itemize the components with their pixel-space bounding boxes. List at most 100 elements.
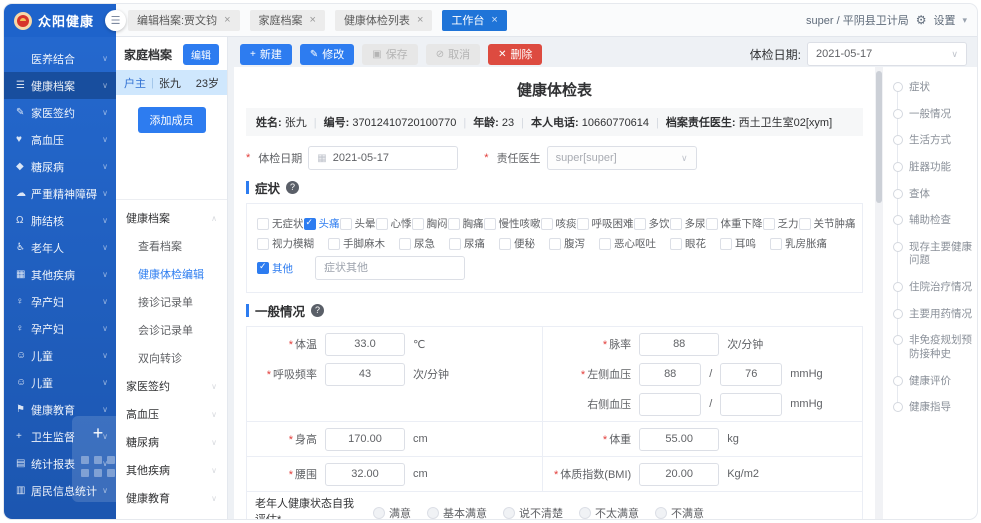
temperature-input[interactable] bbox=[325, 333, 405, 356]
family-menu-item-0-0[interactable]: 查看档案 bbox=[116, 232, 227, 260]
weight-input[interactable] bbox=[639, 428, 719, 451]
family-menu-group-4[interactable]: 其他疾病∨ bbox=[116, 456, 227, 484]
checkbox-symptom-1-6[interactable]: 慢性咳嗽 bbox=[484, 216, 541, 231]
tab-0[interactable]: 编辑档案:贾文钧× bbox=[128, 10, 240, 31]
doctor-select[interactable]: super[super] ∨ bbox=[547, 146, 697, 170]
checkbox-symptom-1-0[interactable]: 无症状 bbox=[257, 216, 304, 231]
sidebar-item-12[interactable]: ☺儿童∨ bbox=[4, 369, 116, 396]
anchor-item-1[interactable]: 一般情况 bbox=[893, 108, 973, 122]
form-scrollbar[interactable] bbox=[875, 67, 883, 519]
member-row[interactable]: 户主 | 张九 23岁 bbox=[116, 70, 227, 95]
family-menu-item-0-2[interactable]: 接诊记录单 bbox=[116, 288, 227, 316]
sidebar-item-0[interactable]: 医养结合∨ bbox=[4, 45, 116, 72]
settings-label[interactable]: 设置 bbox=[933, 12, 955, 28]
checkbox-symptom-1-3[interactable]: 心悸 bbox=[376, 216, 412, 231]
floating-add-widget[interactable]: + bbox=[72, 416, 124, 502]
family-menu-item-0-3[interactable]: 会诊记录单 bbox=[116, 316, 227, 344]
symptom-other-input[interactable] bbox=[315, 256, 465, 280]
sidebar-item-4[interactable]: ◆糖尿病∨ bbox=[4, 153, 116, 180]
close-icon[interactable]: × bbox=[224, 14, 230, 26]
anchor-item-4[interactable]: 查体 bbox=[893, 188, 973, 202]
waist-input[interactable] bbox=[325, 463, 405, 486]
form-exam-date-input[interactable]: ▦ 2021-05-17 bbox=[308, 146, 458, 170]
checkbox-symptom-1-10[interactable]: 多尿 bbox=[670, 216, 706, 231]
sidebar-item-10[interactable]: ♀孕产妇∨ bbox=[4, 315, 116, 342]
sidebar-item-3[interactable]: ♥高血压∨ bbox=[4, 126, 116, 153]
family-menu-group-0[interactable]: 健康档案∧ bbox=[116, 204, 227, 232]
pulse-input[interactable] bbox=[639, 333, 719, 356]
checkbox-symptom-1-9[interactable]: 多饮 bbox=[634, 216, 670, 231]
edit-family-button[interactable]: 编辑 bbox=[183, 44, 219, 65]
scrollbar-thumb[interactable] bbox=[876, 71, 882, 203]
bp_right-systolic-input[interactable] bbox=[639, 393, 701, 416]
family-menu-group-5[interactable]: 健康教育∨ bbox=[116, 484, 227, 512]
checkbox-symptom-1-11[interactable]: 体重下降 bbox=[706, 216, 763, 231]
sidebar-item-1[interactable]: ☰健康档案∨ bbox=[4, 72, 116, 99]
checkbox-symptom-2-9[interactable]: 乳房胀痛 bbox=[770, 236, 827, 251]
radio-option-0-0[interactable]: 满意 bbox=[373, 505, 411, 519]
radio-option-0-1[interactable]: 基本满意 bbox=[427, 505, 487, 519]
family-menu-group-1[interactable]: 家医签约∨ bbox=[116, 372, 227, 400]
checkbox-symptom-1-8[interactable]: 呼吸困难 bbox=[577, 216, 634, 231]
bp_left-systolic-input[interactable] bbox=[639, 363, 701, 386]
anchor-item-5[interactable]: 辅助检查 bbox=[893, 214, 973, 228]
checkbox-symptom-1-13[interactable]: 关节肿痛 bbox=[799, 216, 856, 231]
gear-icon[interactable]: ⚙ bbox=[916, 13, 927, 27]
radio-option-0-2[interactable]: 说不清楚 bbox=[503, 505, 563, 519]
tab-1[interactable]: 家庭档案× bbox=[250, 10, 325, 31]
edit-button[interactable]: ✎修改 bbox=[300, 44, 354, 65]
family-menu-group-2[interactable]: 高血压∨ bbox=[116, 400, 227, 428]
exam-date-select[interactable]: 2021-05-17 ∨ bbox=[807, 42, 967, 66]
add-member-button[interactable]: 添加成员 bbox=[138, 107, 206, 133]
checkbox-symptom-1-5[interactable]: 胸痛 bbox=[448, 216, 484, 231]
checkbox-symptom-2-4[interactable]: 便秘 bbox=[499, 236, 535, 251]
sidebar-item-11[interactable]: ☺儿童∨ bbox=[4, 342, 116, 369]
anchor-item-9[interactable]: 非免疫规划预防接种史 bbox=[893, 334, 973, 361]
anchor-item-6[interactable]: 现存主要健康问题 bbox=[893, 241, 973, 268]
close-icon[interactable]: × bbox=[310, 14, 316, 26]
bmi-input[interactable] bbox=[639, 463, 719, 486]
family-menu-item-0-1[interactable]: 健康体检编辑 bbox=[116, 260, 227, 288]
radio-option-0-3[interactable]: 不太满意 bbox=[579, 505, 639, 519]
bp_right-diastolic-input[interactable] bbox=[720, 393, 782, 416]
checkbox-symptom-2-3[interactable]: 尿痛 bbox=[449, 236, 485, 251]
collapse-menu-button[interactable]: ☰ bbox=[105, 10, 126, 31]
close-icon[interactable]: × bbox=[417, 14, 423, 26]
anchor-item-8[interactable]: 主要用药情况 bbox=[893, 308, 973, 322]
sidebar-item-5[interactable]: ☁严重精神障碍∨ bbox=[4, 180, 116, 207]
sidebar-item-6[interactable]: Ω肺结核∨ bbox=[4, 207, 116, 234]
anchor-item-0[interactable]: 症状 bbox=[893, 81, 973, 95]
family-menu-group-3[interactable]: 糖尿病∨ bbox=[116, 428, 227, 456]
anchor-item-7[interactable]: 住院治疗情况 bbox=[893, 281, 973, 295]
plus-button[interactable]: +新建 bbox=[240, 44, 292, 65]
respiration-input[interactable] bbox=[325, 363, 405, 386]
anchor-item-11[interactable]: 健康指导 bbox=[893, 401, 973, 415]
checkbox-symptom-1-2[interactable]: 头晕 bbox=[340, 216, 376, 231]
radio-option-0-4[interactable]: 不满意 bbox=[655, 505, 704, 519]
delete-button[interactable]: ✕删除 bbox=[488, 44, 542, 65]
checkbox-symptom-2-5[interactable]: 腹泻 bbox=[549, 236, 585, 251]
family-menu-item-0-4[interactable]: 双向转诊 bbox=[116, 344, 227, 372]
checkbox-symptom-other[interactable]: 其他 bbox=[257, 261, 293, 276]
height-input[interactable] bbox=[325, 428, 405, 451]
checkbox-symptom-1-12[interactable]: 乏力 bbox=[763, 216, 799, 231]
anchor-item-2[interactable]: 生活方式 bbox=[893, 134, 973, 148]
tab-2[interactable]: 健康体检列表× bbox=[335, 10, 432, 31]
anchor-item-3[interactable]: 脏器功能 bbox=[893, 161, 973, 175]
checkbox-symptom-2-2[interactable]: 尿急 bbox=[399, 236, 435, 251]
checkbox-symptom-2-6[interactable]: 恶心呕吐 bbox=[599, 236, 656, 251]
checkbox-symptom-1-4[interactable]: 胸闷 bbox=[412, 216, 448, 231]
tab-3[interactable]: 工作台× bbox=[442, 10, 506, 31]
checkbox-symptom-2-0[interactable]: 视力模糊 bbox=[257, 236, 314, 251]
sidebar-item-2[interactable]: ✎家医签约∨ bbox=[4, 99, 116, 126]
sidebar-item-7[interactable]: ♿老年人∨ bbox=[4, 234, 116, 261]
sidebar-item-8[interactable]: ▦其他疾病∨ bbox=[4, 261, 116, 288]
checkbox-symptom-2-7[interactable]: 眼花 bbox=[670, 236, 706, 251]
close-icon[interactable]: × bbox=[491, 14, 497, 26]
checkbox-symptom-1-7[interactable]: 咳痰 bbox=[541, 216, 577, 231]
bp_left-diastolic-input[interactable] bbox=[720, 363, 782, 386]
checkbox-symptom-2-1[interactable]: 手脚麻木 bbox=[328, 236, 385, 251]
anchor-item-10[interactable]: 健康评价 bbox=[893, 375, 973, 389]
checkbox-symptom-2-8[interactable]: 耳鸣 bbox=[720, 236, 756, 251]
checkbox-symptom-1-1[interactable]: 头痛 bbox=[304, 216, 340, 231]
